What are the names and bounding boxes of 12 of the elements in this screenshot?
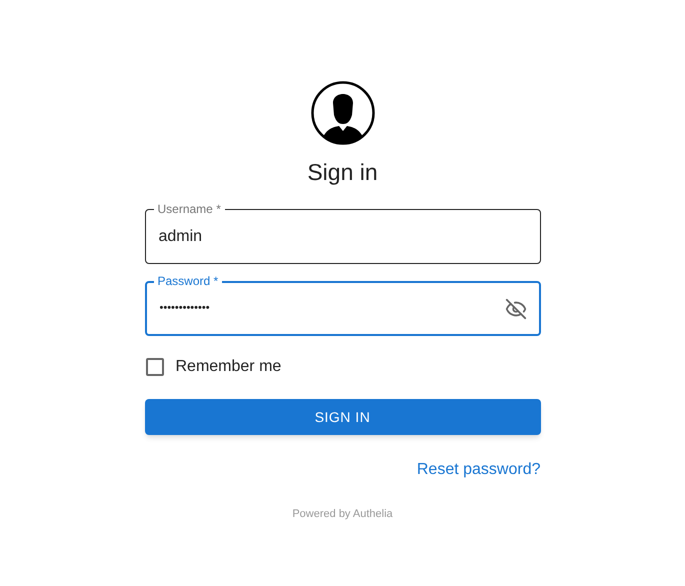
- user-avatar-icon: [310, 81, 374, 145]
- field-label: Password *: [154, 275, 222, 287]
- username-input[interactable]: admin: [158, 224, 528, 248]
- remember-label: Remember me: [176, 357, 282, 377]
- page-title: Sign in: [307, 161, 378, 184]
- sign-in-button[interactable]: SIGN IN: [144, 399, 540, 435]
- field-label: Username *: [154, 203, 225, 215]
- powered-by-text: Powered by Authelia: [292, 507, 393, 522]
- password-input[interactable]: •••••••••••••: [160, 300, 504, 317]
- remember-checkbox[interactable]: [146, 358, 164, 376]
- hide-password-icon[interactable]: [504, 298, 526, 320]
- reset-password-link[interactable]: Reset password?: [416, 458, 540, 482]
